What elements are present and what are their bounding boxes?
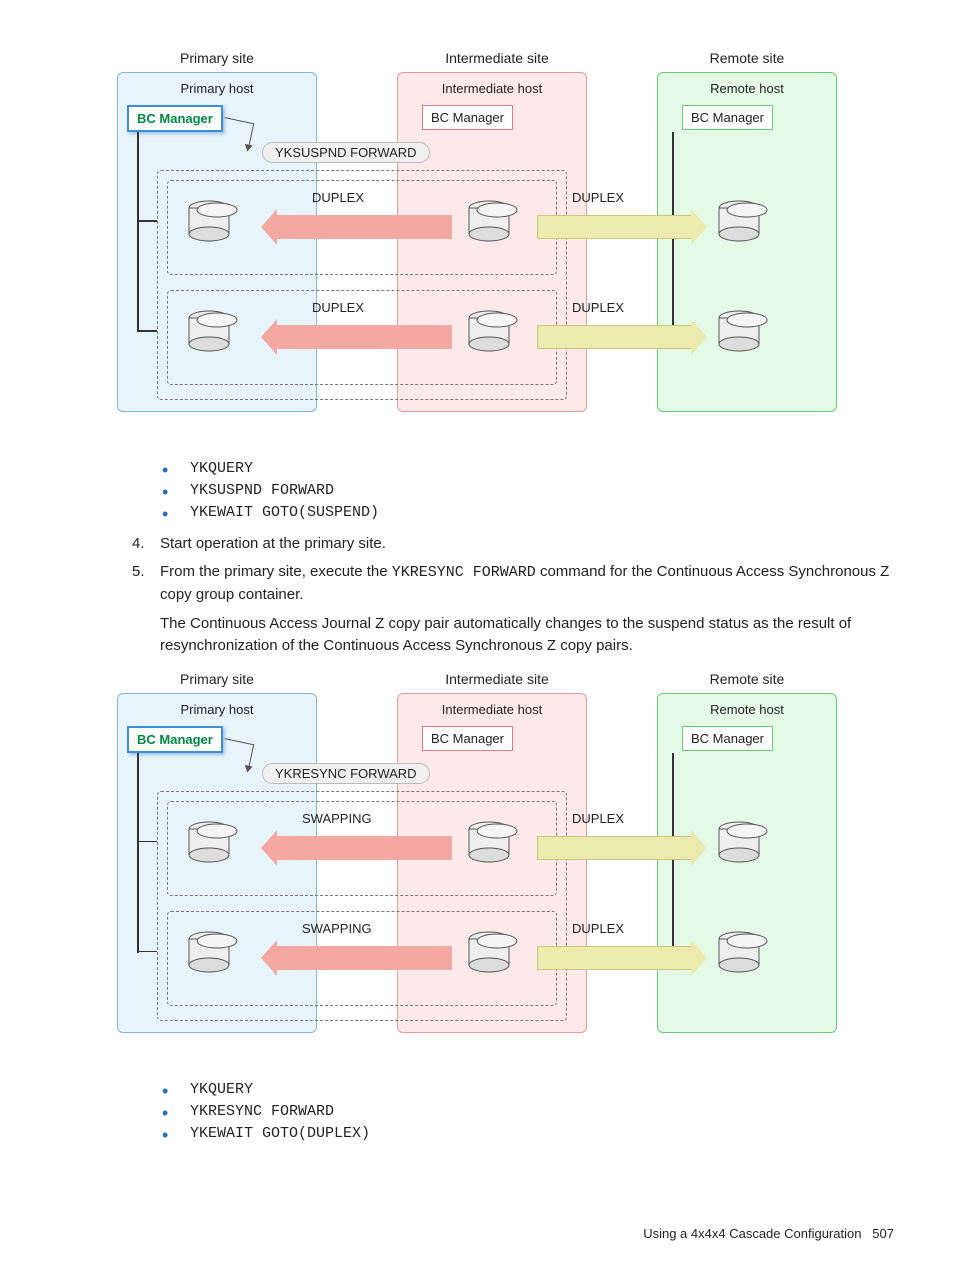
- disk-icon: [467, 310, 522, 355]
- disk-icon: [467, 821, 522, 866]
- page-footer: Using a 4x4x4 Cascade Configuration 507: [643, 1226, 894, 1241]
- step-4: 4.Start operation at the primary site.: [160, 533, 894, 555]
- disk-icon: [717, 931, 772, 976]
- disk-icon: [187, 931, 242, 976]
- command-list-1: YKQUERY YKSUSPND FORWARD YKEWAIT GOTO(SU…: [60, 460, 894, 521]
- connector-line: [137, 330, 157, 332]
- state-label: DUPLEX: [312, 190, 364, 205]
- command-list-2: YKQUERY YKRESYNC FORWARD YKEWAIT GOTO(DU…: [60, 1081, 894, 1142]
- command-item: YKSUSPND FORWARD: [190, 482, 894, 499]
- state-label: DUPLEX: [572, 921, 624, 936]
- arrow-left-icon: [277, 215, 452, 239]
- disk-icon: [187, 821, 242, 866]
- command-item: YKEWAIT GOTO(SUSPEND): [190, 504, 894, 521]
- label-intermediate-site: Intermediate site: [417, 50, 577, 66]
- command-item: YKRESYNC FORWARD: [190, 1103, 894, 1120]
- label-primary-site: Primary site: [147, 671, 287, 687]
- connector-line: [137, 753, 139, 953]
- paragraph: The Continuous Access Journal Z copy pai…: [60, 613, 894, 657]
- bc-manager-remote: BC Manager: [682, 105, 773, 130]
- disk-icon: [187, 200, 242, 245]
- command-item: YKQUERY: [190, 460, 894, 477]
- arrow-right-icon: [537, 215, 692, 239]
- connector-line: [137, 220, 157, 222]
- remote-host-label: Remote host: [658, 694, 836, 717]
- connector-line: [137, 841, 157, 843]
- arrow-left-icon: [277, 946, 452, 970]
- connector-line: [137, 132, 139, 332]
- command-item: YKEWAIT GOTO(DUPLEX): [190, 1125, 894, 1142]
- label-remote-site: Remote site: [677, 671, 817, 687]
- remote-host-label: Remote host: [658, 73, 836, 96]
- state-label: DUPLEX: [572, 811, 624, 826]
- footer-text: Using a 4x4x4 Cascade Configuration: [643, 1226, 861, 1241]
- bc-manager-intermediate: BC Manager: [422, 726, 513, 751]
- bc-manager-primary: BC Manager: [127, 726, 223, 753]
- arrow-left-icon: [277, 836, 452, 860]
- bc-manager-intermediate: BC Manager: [422, 105, 513, 130]
- arrow-right-icon: [537, 325, 692, 349]
- disk-icon: [187, 310, 242, 355]
- state-label: DUPLEX: [312, 300, 364, 315]
- bc-manager-primary: BC Manager: [127, 105, 223, 132]
- state-label: SWAPPING: [302, 921, 372, 936]
- diagram-yksuspnd: Primary site Intermediate site Remote si…: [117, 50, 837, 420]
- disk-icon: [717, 310, 772, 355]
- disk-icon: [467, 931, 522, 976]
- disk-icon: [717, 821, 772, 866]
- step-5: 5.From the primary site, execute the YKR…: [160, 561, 894, 606]
- connector-line: [137, 951, 157, 953]
- diagram-ykresync: Primary site Intermediate site Remote si…: [117, 671, 837, 1041]
- disk-icon: [467, 200, 522, 245]
- state-label: DUPLEX: [572, 300, 624, 315]
- command-item: YKQUERY: [190, 1081, 894, 1098]
- primary-host-label: Primary host: [118, 694, 316, 717]
- label-primary-site: Primary site: [147, 50, 287, 66]
- state-label: SWAPPING: [302, 811, 372, 826]
- intermediate-host-label: Intermediate host: [398, 73, 586, 96]
- label-intermediate-site: Intermediate site: [417, 671, 577, 687]
- arrow-right-icon: [537, 836, 692, 860]
- arrow-left-icon: [277, 325, 452, 349]
- disk-icon: [717, 200, 772, 245]
- primary-host-label: Primary host: [118, 73, 316, 96]
- arrow-right-icon: [537, 946, 692, 970]
- command-bubble: YKRESYNC FORWARD: [262, 763, 430, 784]
- label-remote-site: Remote site: [677, 50, 817, 66]
- intermediate-host-label: Intermediate host: [398, 694, 586, 717]
- steps-list: 4.Start operation at the primary site. 5…: [60, 533, 894, 605]
- state-label: DUPLEX: [572, 190, 624, 205]
- page-number: 507: [872, 1226, 894, 1241]
- command-bubble: YKSUSPND FORWARD: [262, 142, 430, 163]
- bc-manager-remote: BC Manager: [682, 726, 773, 751]
